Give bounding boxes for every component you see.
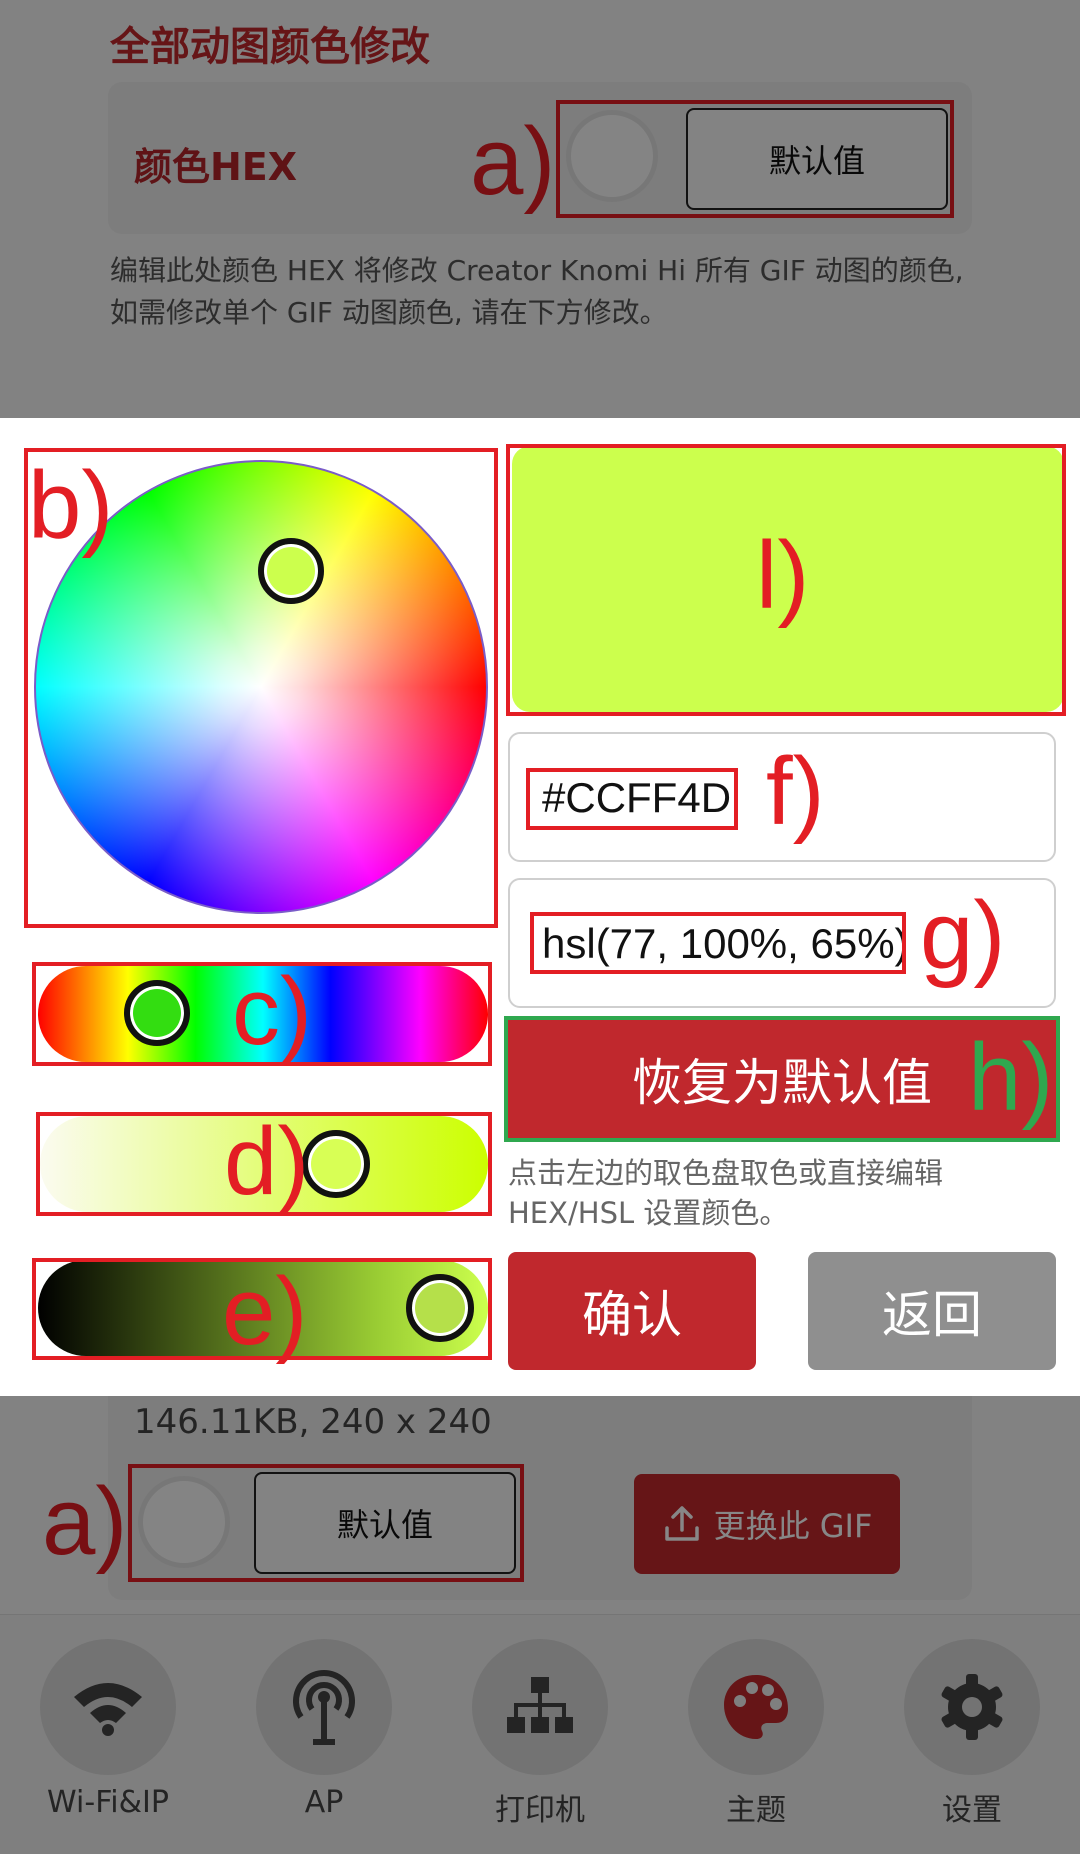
annotation-label-f: f) — [766, 738, 825, 845]
annotation-label-h: h) — [968, 1024, 1054, 1131]
annotation-label-l: l) — [756, 522, 810, 629]
annotation-box-f — [526, 768, 738, 830]
confirm-button[interactable]: 确认 — [508, 1252, 756, 1370]
annotation-label-e: e) — [222, 1258, 308, 1365]
back-button[interactable]: 返回 — [808, 1252, 1056, 1370]
annotation-label-g: g) — [920, 882, 1006, 989]
annotation-label-b: b) — [28, 452, 114, 559]
annotation-label-c: c) — [232, 958, 312, 1065]
annotation-box-g — [530, 912, 906, 974]
annotation-label-d: d) — [224, 1108, 310, 1215]
picker-hint-text: 点击左边的取色盘取色或直接编辑 HEX/HSL 设置颜色。 — [508, 1156, 944, 1230]
color-picker-dialog: b) c) d) e) l) #CCFF4D f) hsl(77, 100%, … — [0, 418, 1080, 1396]
